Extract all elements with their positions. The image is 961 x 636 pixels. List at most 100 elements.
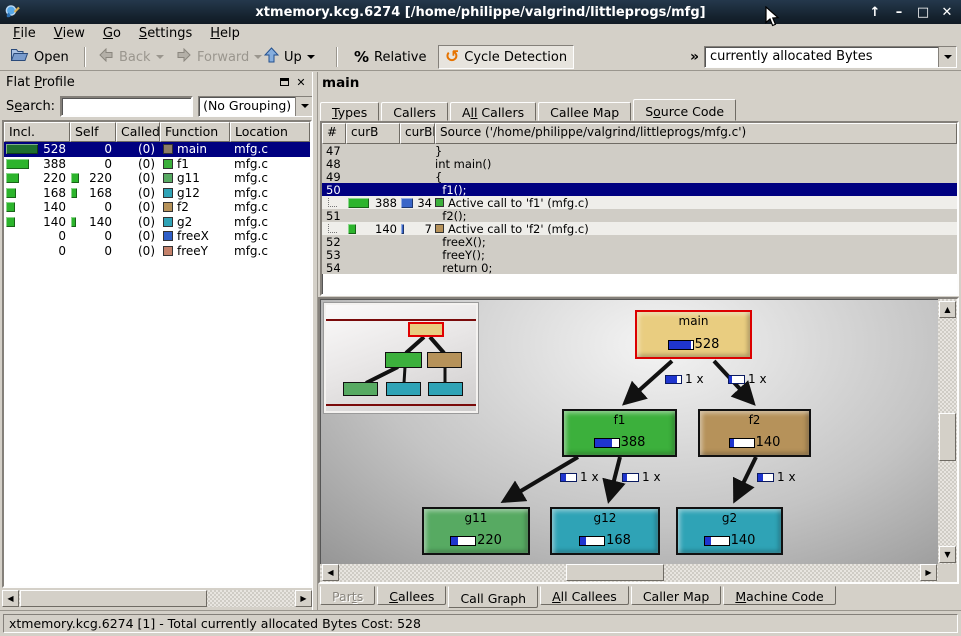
- toolbar-overflow-icon[interactable]: »: [690, 49, 699, 65]
- table-header: Incl. Self Called Function Location: [4, 122, 310, 142]
- graph-vscrollbar[interactable]: ▲ ▼: [938, 299, 957, 564]
- table-row-g12[interactable]: 168 168 (0) g12 mfg.c: [4, 186, 310, 201]
- menu-settings[interactable]: Settings: [130, 24, 201, 43]
- table-row-g2[interactable]: 140 140 (0) g2 mfg.c: [4, 215, 310, 230]
- source-line[interactable]: 49{: [322, 170, 957, 183]
- tab-caller-map[interactable]: Caller Map: [631, 586, 722, 605]
- combobox-arrow-icon[interactable]: [938, 47, 956, 67]
- dock-title: Flat Profile: [6, 75, 274, 90]
- function-color-chip: [163, 173, 173, 183]
- cycle-detection-button[interactable]: ↺ Cycle Detection: [438, 45, 574, 69]
- scroll-right-icon[interactable]: ▶: [920, 564, 937, 581]
- menu-go[interactable]: Go: [94, 24, 130, 43]
- graph-hscrollbar[interactable]: ◀ ▶: [320, 564, 938, 582]
- flat-profile-dock-header[interactable]: Flat Profile ✕: [2, 72, 312, 92]
- scroll-right-icon[interactable]: ▶: [295, 590, 312, 607]
- tab-all-callees[interactable]: All Callees: [540, 586, 629, 605]
- column-source[interactable]: Source ('/home/philippe/valgrind/littlep…: [435, 123, 957, 144]
- grouping-combobox[interactable]: (No Grouping): [198, 96, 314, 117]
- source-line-selected[interactable]: 50 f1();: [322, 183, 957, 196]
- toolbar: Open Back Forward Up % Relative ↺ Cycle …: [0, 43, 961, 71]
- event-type-combobox[interactable]: currently allocated Bytes: [704, 46, 957, 68]
- tab-callers[interactable]: Callers: [381, 102, 448, 121]
- source-header: # curB curBk Source ('/home/philippe/val…: [322, 123, 957, 144]
- scroll-up-icon[interactable]: ▲: [939, 301, 956, 318]
- percent-icon: %: [354, 48, 369, 66]
- edge-label-main-f1: 1 x: [665, 372, 704, 386]
- dock-float-button[interactable]: [277, 75, 291, 89]
- tab-all-callers[interactable]: All Callers: [450, 102, 536, 121]
- graph-node-main[interactable]: main 528: [635, 310, 752, 359]
- close-button[interactable]: ✕: [939, 5, 955, 20]
- column-function[interactable]: Function: [160, 122, 230, 142]
- maximize-button[interactable]: □: [915, 5, 931, 20]
- table-row-main[interactable]: 528 0 (0) main mfg.c: [4, 142, 310, 157]
- source-line[interactable]: 47}: [322, 144, 957, 157]
- scroll-left-icon[interactable]: ◀: [2, 590, 19, 607]
- source-line[interactable]: 52 freeX();: [322, 235, 957, 248]
- column-location[interactable]: Location: [230, 122, 310, 142]
- column-called[interactable]: Called: [116, 122, 160, 142]
- scrollbar-thumb[interactable]: [566, 564, 664, 581]
- scroll-left-icon[interactable]: ◀: [322, 564, 339, 581]
- mouse-cursor: [765, 6, 780, 31]
- grouping-value: (No Grouping): [199, 97, 295, 116]
- column-curb[interactable]: curB: [346, 123, 400, 144]
- column-self[interactable]: Self: [70, 122, 116, 142]
- search-input[interactable]: [60, 96, 193, 117]
- dock-close-button[interactable]: ✕: [294, 75, 308, 89]
- table-row-g11[interactable]: 220 220 (0) g11 mfg.c: [4, 171, 310, 186]
- minimize-button[interactable]: –: [891, 5, 907, 20]
- open-button[interactable]: Open: [4, 45, 75, 69]
- source-line[interactable]: 48int main(): [322, 157, 957, 170]
- edge-label-f1-g12: 1 x: [622, 470, 661, 484]
- back-button[interactable]: Back: [92, 45, 170, 69]
- tab-types[interactable]: Types: [320, 102, 379, 121]
- up-button[interactable]: Up: [258, 45, 321, 69]
- table-row-freeY[interactable]: 0 0 (0) freeY mfg.c: [4, 244, 310, 259]
- graph-node-g12[interactable]: g12 168: [550, 507, 660, 555]
- menu-view[interactable]: View: [45, 24, 94, 43]
- tab-callee-map[interactable]: Callee Map: [538, 102, 631, 121]
- graph-node-f1[interactable]: f1 388: [562, 409, 677, 457]
- cycle-arrow-icon: ↺: [445, 49, 459, 66]
- back-dropdown-icon[interactable]: [156, 55, 164, 63]
- forward-button[interactable]: Forward: [170, 45, 268, 69]
- tab-callees[interactable]: Callees: [377, 586, 446, 605]
- titlebar[interactable]: xtmemory.kcg.6274 [/home/philippe/valgri…: [0, 0, 961, 24]
- graph-node-g11[interactable]: g11 220: [422, 507, 530, 555]
- source-call-annotation[interactable]: 388 34 Active call to 'f1' (mfg.c): [322, 196, 957, 209]
- graph-node-f2[interactable]: f2 140: [698, 409, 811, 457]
- table-row-f2[interactable]: 140 0 (0) f2 mfg.c: [4, 200, 310, 215]
- column-curbk[interactable]: curBk: [400, 123, 435, 144]
- tab-call-graph[interactable]: Call Graph: [448, 586, 538, 608]
- scrollbar-thumb[interactable]: [939, 413, 956, 461]
- menu-file[interactable]: File: [4, 24, 45, 43]
- search-row: Search: (No Grouping): [2, 94, 312, 118]
- application-window: xtmemory.kcg.6274 [/home/philippe/valgri…: [0, 0, 961, 636]
- function-color-chip: [163, 159, 173, 169]
- call-graph-view[interactable]: main 528 f1 388 f2 140 g11 220 g12 168 g…: [318, 297, 959, 584]
- up-dropdown-icon[interactable]: [307, 55, 315, 63]
- shade-button[interactable]: ↑: [867, 5, 883, 20]
- source-line[interactable]: 53 freeY();: [322, 248, 957, 261]
- graph-overview-minimap[interactable]: [324, 303, 478, 413]
- source-line[interactable]: 51 f2();: [322, 209, 957, 222]
- flat-profile-hscrollbar[interactable]: ◀ ▶: [2, 590, 312, 607]
- graph-node-g2[interactable]: g2 140: [676, 507, 783, 555]
- combobox-arrow-icon[interactable]: [295, 97, 313, 116]
- relative-toggle-button[interactable]: % Relative: [348, 45, 432, 69]
- scroll-down-icon[interactable]: ▼: [939, 546, 956, 563]
- column-incl[interactable]: Incl.: [4, 122, 70, 142]
- source-line[interactable]: 54 return 0;: [322, 261, 957, 274]
- tab-source-code[interactable]: Source Code: [633, 99, 736, 121]
- table-row-f1[interactable]: 388 0 (0) f1 mfg.c: [4, 157, 310, 172]
- menu-help[interactable]: Help: [201, 24, 249, 43]
- scrollbar-thumb[interactable]: [20, 590, 207, 607]
- edge-label-main-f2: 1 x: [728, 372, 767, 386]
- function-color-chip: [163, 246, 173, 256]
- source-call-annotation[interactable]: 140 7 Active call to 'f2' (mfg.c): [322, 222, 957, 235]
- table-row-freeX[interactable]: 0 0 (0) freeX mfg.c: [4, 229, 310, 244]
- column-line-number[interactable]: #: [322, 123, 346, 144]
- tab-machine-code[interactable]: Machine Code: [723, 586, 835, 605]
